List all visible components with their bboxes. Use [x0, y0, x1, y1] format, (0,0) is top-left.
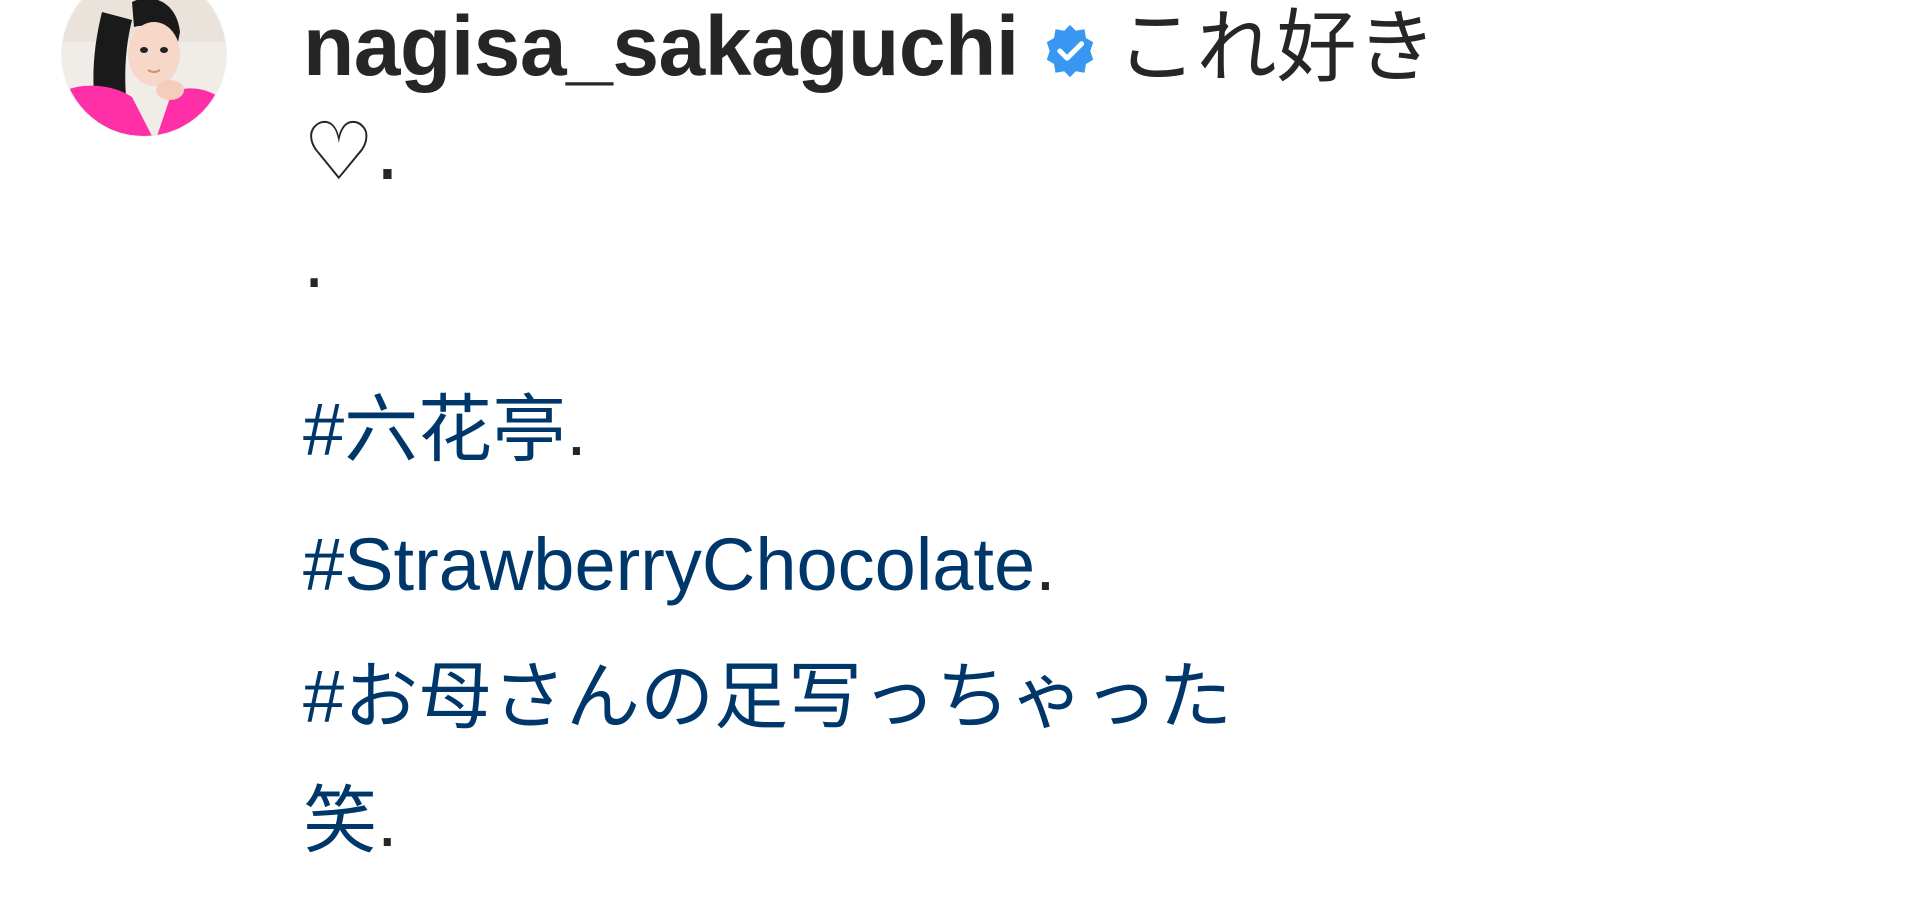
- hashtag-suffix: .: [1035, 523, 1056, 606]
- caption-line-1: nagisa_sakaguchi これ好き: [303, 4, 1437, 88]
- hashtag-link[interactable]: #お母さんの足写っちゃった: [303, 655, 1232, 738]
- caption-text: これ好き: [1116, 1, 1437, 94]
- hashtag-continuation[interactable]: 笑: [303, 779, 377, 862]
- avatar-image: [62, 0, 226, 136]
- hashtag-line-4: 笑.: [303, 784, 398, 858]
- hashtag-line-1: #六花亭.: [303, 393, 587, 467]
- hashtag-suffix: .: [566, 388, 587, 471]
- hashtag-link[interactable]: #六花亭: [303, 388, 566, 471]
- hashtag-suffix: .: [377, 779, 398, 862]
- caption-dot: .: [303, 222, 326, 304]
- hashtag-link[interactable]: #StrawberryChocolate: [303, 523, 1035, 606]
- hashtag-line-3: #お母さんの足写っちゃった: [303, 660, 1232, 734]
- username-link[interactable]: nagisa_sakaguchi: [303, 0, 1019, 93]
- hashtag-line-2: #StrawberryChocolate.: [303, 528, 1056, 602]
- verified-badge-icon: [1041, 18, 1099, 78]
- avatar[interactable]: [62, 0, 226, 136]
- caption-heart: ♡.: [303, 105, 401, 198]
